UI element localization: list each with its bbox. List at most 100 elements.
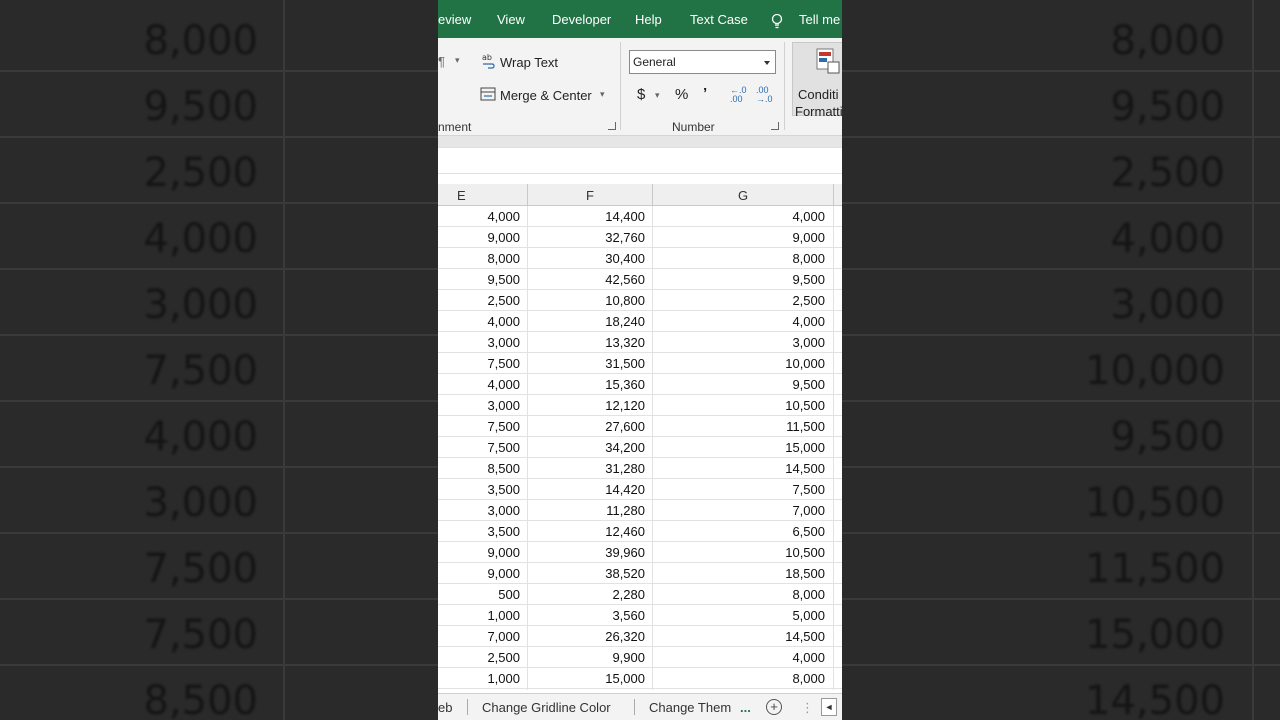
cell-f[interactable]: 9,900 [555,650,645,665]
cell-g[interactable]: 8,000 [725,251,825,266]
cell-f[interactable]: 32,760 [555,230,645,245]
comma-style-button[interactable]: ’ [703,85,707,102]
cell-e[interactable]: 7,500 [440,440,520,455]
cell-g[interactable]: 10,000 [725,356,825,371]
cell-f[interactable]: 10,800 [555,293,645,308]
cell-e[interactable]: 4,000 [440,314,520,329]
tab-text-case[interactable]: Text Case [690,12,748,27]
cell-e[interactable]: 7,500 [440,356,520,371]
cell-e[interactable]: 9,500 [440,272,520,287]
merge-center-button[interactable]: Merge & Center [500,88,592,103]
cell-g[interactable]: 7,000 [725,503,825,518]
chevron-down-icon[interactable]: ▾ [600,89,605,100]
cell-f[interactable]: 15,360 [555,377,645,392]
scroll-left-icon[interactable]: ◄ [821,698,837,716]
add-sheet-icon[interactable]: + [766,699,782,715]
cell-e[interactable]: 9,000 [440,566,520,581]
cell-e[interactable]: 1,000 [440,671,520,686]
chevron-down-icon[interactable]: ▾ [455,55,460,66]
tab-view[interactable]: View [497,12,525,27]
cell-g[interactable]: 10,500 [725,398,825,413]
cell-g[interactable]: 11,500 [725,419,825,434]
increase-decimal-button[interactable]: ←.0 .00 [730,86,748,104]
cell-e[interactable]: 4,000 [440,377,520,392]
cell-e[interactable]: 500 [440,587,520,602]
cell-g[interactable]: 5,000 [725,608,825,623]
cell-f[interactable]: 31,500 [555,356,645,371]
cell-e[interactable]: 3,000 [440,503,520,518]
cell-e[interactable]: 3,000 [440,335,520,350]
cell-g[interactable]: 8,000 [725,587,825,602]
tab-help[interactable]: Help [635,12,662,27]
cell-e[interactable]: 4,000 [440,209,520,224]
more-sheets-button[interactable]: ... [740,700,751,715]
cell-g[interactable]: 14,500 [725,461,825,476]
cell-e[interactable]: 9,000 [440,230,520,245]
options-menu-icon[interactable]: ⋮ [801,700,814,716]
cell-g[interactable]: 9,000 [725,230,825,245]
sheet-tab-change-theme[interactable]: Change Them [649,700,731,715]
cell-g[interactable]: 4,000 [725,650,825,665]
cell-f[interactable]: 34,200 [555,440,645,455]
cell-f[interactable]: 14,420 [555,482,645,497]
cell-e[interactable]: 1,000 [440,608,520,623]
cell-g[interactable]: 18,500 [725,566,825,581]
column-header-f[interactable]: F [586,188,594,203]
currency-button[interactable]: $ [637,86,645,103]
dialog-launcher-icon[interactable] [771,122,779,130]
cell-f[interactable]: 38,520 [555,566,645,581]
cell-g[interactable]: 14,500 [725,629,825,644]
sheet-tab-previous[interactable]: eb [438,700,452,715]
tab-review[interactable]: eview [438,12,471,27]
number-format-select[interactable]: General [629,50,776,74]
cell-g[interactable]: 15,000 [725,440,825,455]
column-divider[interactable] [652,184,653,206]
chevron-down-icon[interactable]: ▾ [655,90,660,101]
cell-f[interactable]: 14,400 [555,209,645,224]
cell-f[interactable]: 31,280 [555,461,645,476]
cell-e[interactable]: 2,500 [440,650,520,665]
cell-f[interactable]: 12,460 [555,524,645,539]
cell-f[interactable]: 15,000 [555,671,645,686]
cell-g[interactable]: 9,500 [725,272,825,287]
cell-f[interactable]: 12,120 [555,398,645,413]
cell-g[interactable]: 7,500 [725,482,825,497]
column-header-e[interactable]: E [457,188,466,203]
cell-f[interactable]: 42,560 [555,272,645,287]
cell-e[interactable]: 2,500 [440,293,520,308]
percent-button[interactable]: % [675,86,688,103]
dialog-launcher-icon[interactable] [608,122,616,130]
cell-g[interactable]: 4,000 [725,314,825,329]
cell-f[interactable]: 26,320 [555,629,645,644]
column-divider[interactable] [833,184,834,206]
conditional-formatting-button[interactable]: Conditi Formatti [792,42,842,119]
column-divider[interactable] [527,184,528,206]
cell-g[interactable]: 3,000 [725,335,825,350]
sheet-tab-change-gridline-color[interactable]: Change Gridline Color [482,700,611,715]
cell-g[interactable]: 8,000 [725,671,825,686]
cell-f[interactable]: 13,320 [555,335,645,350]
cell-g[interactable]: 2,500 [725,293,825,308]
cell-e[interactable]: 3,500 [440,482,520,497]
cell-e[interactable]: 3,500 [440,524,520,539]
cell-f[interactable]: 2,280 [555,587,645,602]
cell-e[interactable]: 8,500 [440,461,520,476]
formula-bar[interactable] [438,147,842,174]
column-header-g[interactable]: G [738,188,748,203]
cell-f[interactable]: 18,240 [555,314,645,329]
cell-e[interactable]: 9,000 [440,545,520,560]
decrease-decimal-button[interactable]: .00 →.0 [756,86,774,104]
cell-g[interactable]: 6,500 [725,524,825,539]
cell-f[interactable]: 30,400 [555,251,645,266]
cell-g[interactable]: 10,500 [725,545,825,560]
cell-f[interactable]: 11,280 [555,503,645,518]
lightbulb-icon[interactable] [771,13,783,29]
cell-e[interactable]: 7,000 [440,629,520,644]
cell-f[interactable]: 39,960 [555,545,645,560]
cell-e[interactable]: 3,000 [440,398,520,413]
tell-me-search[interactable]: Tell me [799,12,840,27]
cell-g[interactable]: 4,000 [725,209,825,224]
cell-f[interactable]: 3,560 [555,608,645,623]
cell-e[interactable]: 7,500 [440,419,520,434]
cell-f[interactable]: 27,600 [555,419,645,434]
